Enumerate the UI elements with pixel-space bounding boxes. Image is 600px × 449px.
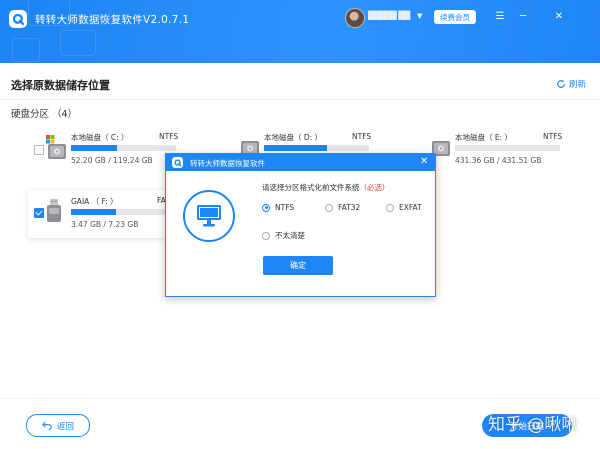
- user-avatar[interactable]: [345, 8, 365, 28]
- refresh-button[interactable]: 刷新: [556, 78, 586, 90]
- radio-dot[interactable]: [262, 231, 270, 240]
- radio-label: NTFS: [275, 203, 295, 212]
- radio-label: EXFAT: [399, 203, 422, 212]
- disk-usage-bar: [264, 145, 369, 151]
- disk-size: 3.47 GB / 7.23 GB: [71, 220, 139, 229]
- decor-shape: [12, 38, 40, 62]
- dialog-header: 转转大师数据恢复软件 ✕: [166, 154, 435, 171]
- radio-unsure[interactable]: 不太清楚: [262, 230, 305, 241]
- dialog-prompt: 请选择分区格式化前文件系统（必选）: [262, 182, 390, 193]
- section-title: 硬盘分区 （4）: [11, 109, 78, 120]
- decor-shape: [60, 30, 96, 56]
- disk-usage-fill: [71, 145, 117, 151]
- window-title: 转转大师数据恢复软件V2.0.7.1: [35, 14, 190, 26]
- disk-checkbox[interactable]: [34, 145, 44, 155]
- disk-filesystem: NTFS: [352, 132, 372, 141]
- renew-vip-button[interactable]: 续费会员: [434, 10, 476, 24]
- radio-ntfs[interactable]: NTFS: [262, 203, 294, 212]
- radio-dot[interactable]: [386, 203, 394, 212]
- disk-name: 本地磁盘（ C: ）: [71, 133, 129, 142]
- required-hint: （必选）: [359, 183, 390, 192]
- disk-name: GAIA （ F: ）: [71, 197, 118, 206]
- user-name[interactable]: █████ ██: [368, 11, 410, 20]
- radio-dot[interactable]: [325, 203, 333, 212]
- radio-label: 不太清楚: [275, 231, 305, 240]
- footer-divider: [0, 398, 600, 399]
- radio-exfat[interactable]: EXFAT: [386, 203, 422, 212]
- radio-dot[interactable]: [262, 203, 270, 212]
- disk-checkbox[interactable]: [34, 208, 44, 218]
- watermark: 知乎 @啾啾: [488, 415, 579, 435]
- disk-filesystem: NTFS: [543, 132, 563, 141]
- menu-icon[interactable]: ☰: [493, 9, 507, 23]
- hard-drive-icon: [46, 135, 66, 159]
- back-label: 返回: [56, 421, 74, 432]
- refresh-label: 刷新: [569, 80, 587, 90]
- prompt-text: 请选择分区格式化前文件系统: [262, 183, 360, 192]
- disk-usage-fill: [264, 145, 327, 151]
- radio-fat32[interactable]: FAT32: [325, 203, 360, 212]
- refresh-icon: [557, 79, 565, 88]
- disk-name: 本地磁盘（ D: ）: [264, 133, 323, 142]
- minimize-icon[interactable]: ─: [516, 9, 530, 23]
- disk-name: 本地磁盘（ E: ）: [455, 133, 513, 142]
- header-divider: [0, 99, 600, 100]
- monitor-icon: [183, 190, 235, 242]
- back-button[interactable]: 返回: [26, 414, 90, 437]
- disk-size: 52.20 GB / 119.24 GB: [71, 156, 153, 165]
- page-title: 选择原数据储存位置: [11, 79, 110, 92]
- disk-filesystem: NTFS: [159, 132, 179, 141]
- app-logo-icon: [9, 10, 27, 28]
- close-icon[interactable]: ✕: [552, 9, 566, 23]
- usb-drive-icon: [47, 199, 61, 222]
- dialog-title: 转转大师数据恢复软件: [190, 159, 265, 168]
- radio-label: FAT32: [338, 203, 361, 212]
- disk-usage-bar: [71, 145, 176, 151]
- app-logo-icon: [172, 157, 183, 168]
- disk-usage-fill: [71, 209, 117, 215]
- close-icon[interactable]: ✕: [420, 156, 428, 167]
- disk-size: 431.36 GB / 431.51 GB: [455, 156, 542, 165]
- disk-usage-bar: [455, 145, 560, 151]
- disk-usage-bar: [71, 209, 165, 215]
- confirm-button[interactable]: 确定: [263, 256, 333, 275]
- chevron-down-icon[interactable]: ▼: [417, 12, 422, 20]
- filesystem-dialog: 转转大师数据恢复软件 ✕ 请选择分区格式化前文件系统（必选） NTFS FAT3…: [165, 153, 436, 297]
- back-arrow-icon: [42, 421, 52, 430]
- title-bar: 转转大师数据恢复软件V2.0.7.1 █████ ██ ▼ 续费会员 ☰ ─ ✕: [0, 0, 600, 63]
